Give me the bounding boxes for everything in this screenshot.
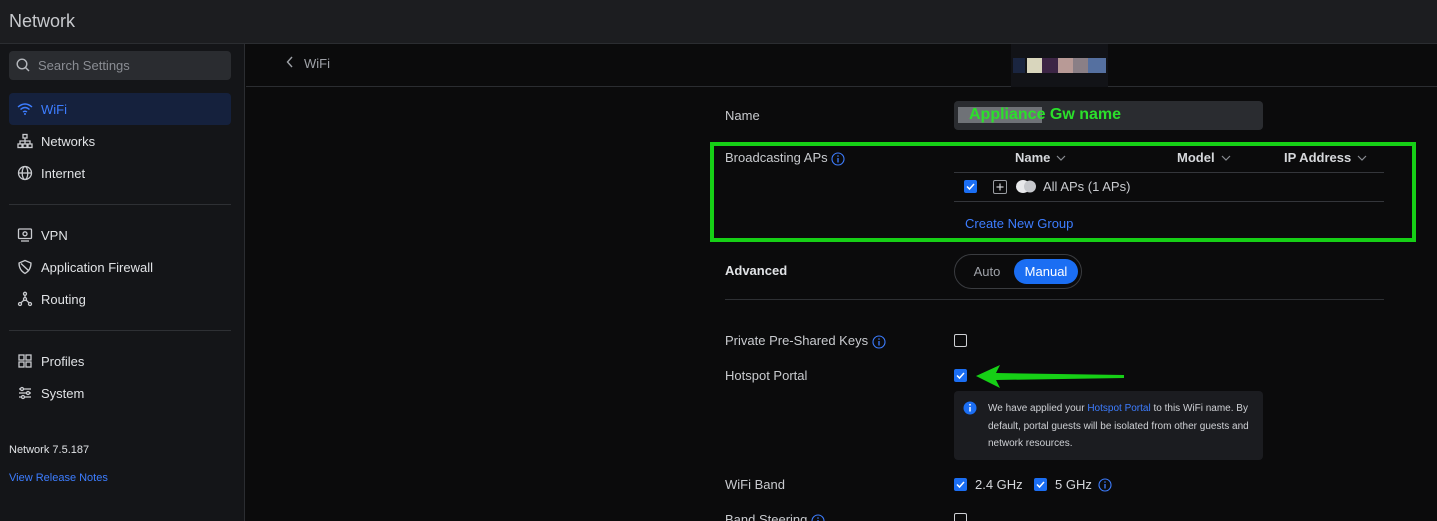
vpn-icon <box>9 219 41 251</box>
wifi-icon <box>9 93 41 125</box>
ppsk-checkbox[interactable] <box>954 334 967 347</box>
system-sliders-icon <box>9 377 41 409</box>
sidebar-divider <box>9 204 231 205</box>
sidebar-item-internet[interactable]: Internet <box>9 157 231 189</box>
network-tree-icon <box>9 125 41 157</box>
chevron-down-icon <box>1221 155 1230 161</box>
annotation-arrow-icon <box>976 365 1124 388</box>
advanced-label: Advanced <box>725 263 788 278</box>
create-new-group-link[interactable]: Create New Group <box>965 216 1073 231</box>
sidebar-item-routing[interactable]: Routing <box>9 283 231 315</box>
chevron-down-icon <box>1357 155 1367 161</box>
ppsk-label: Private Pre-Shared Keys <box>725 333 886 349</box>
search-input[interactable] <box>38 51 226 80</box>
hotspot-info-text: We have applied your Hotspot Portal to t… <box>988 400 1258 453</box>
section-divider <box>725 299 1384 300</box>
sidebar-item-label: WiFi <box>41 101 67 117</box>
table-divider <box>954 201 1384 202</box>
sidebar-item-label: Profiles <box>41 353 85 369</box>
back-label: WiFi <box>304 56 330 71</box>
globe-icon <box>9 157 41 189</box>
sidebar-item-label: Routing <box>41 291 86 307</box>
column-ip-label: IP Address <box>1284 150 1352 165</box>
sidebar: WiFi Networks Internet VPN Application F… <box>0 44 245 521</box>
column-name-label: Name <box>1015 150 1051 165</box>
redacted-image <box>1011 44 1108 87</box>
sidebar-item-vpn[interactable]: VPN <box>9 219 231 251</box>
band-24-label: 2.4 GHz <box>975 477 1023 492</box>
sidebar-item-label: Internet <box>41 165 86 181</box>
wifi-band-label: WiFi Band <box>725 477 785 492</box>
access-point-icon <box>1016 180 1036 193</box>
chevron-left-icon <box>286 56 294 71</box>
broadcasting-aps-text: Broadcasting APs <box>725 150 828 165</box>
sidebar-item-label: System <box>41 385 85 401</box>
info-icon[interactable] <box>1098 478 1112 492</box>
column-header-name[interactable]: Name <box>1015 150 1066 165</box>
info-icon[interactable] <box>831 152 845 166</box>
shield-icon <box>9 251 41 283</box>
sidebar-item-label: Networks <box>41 133 96 149</box>
search-box[interactable] <box>9 51 231 80</box>
sidebar-item-label: Application Firewall <box>41 259 153 275</box>
band-steering-checkbox[interactable] <box>954 513 967 521</box>
chevron-down-icon <box>1056 155 1066 161</box>
broadcasting-aps-label: Broadcasting APs <box>725 150 845 166</box>
band-24-checkbox[interactable] <box>954 478 967 491</box>
sidebar-item-networks[interactable]: Networks <box>9 125 231 157</box>
table-divider <box>954 172 1384 173</box>
band-5-checkbox[interactable] <box>1034 478 1047 491</box>
sidebar-item-application-firewall[interactable]: Application Firewall <box>9 251 231 283</box>
band-5-label: 5 GHz <box>1055 477 1092 492</box>
advanced-mode-toggle[interactable]: Auto Manual <box>954 254 1082 289</box>
advanced-auto-option[interactable]: Auto <box>959 259 1015 284</box>
version-label: Network 7.5.187 <box>9 444 90 456</box>
hotspot-portal-link[interactable]: Hotspot Portal <box>1087 403 1150 414</box>
sidebar-divider <box>9 330 231 331</box>
info-circle-icon <box>963 401 977 415</box>
name-annotation: Appliance Gw name <box>969 106 1122 123</box>
ppsk-text: Private Pre-Shared Keys <box>725 333 869 348</box>
expand-group-button[interactable] <box>993 180 1007 194</box>
hotspot-portal-checkbox[interactable] <box>954 369 967 382</box>
profiles-icon <box>9 345 41 377</box>
content-header: WiFi <box>246 44 1437 87</box>
search-icon <box>16 58 30 72</box>
info-icon[interactable] <box>872 335 886 349</box>
info-icon[interactable] <box>811 514 825 521</box>
ap-group-checkbox[interactable] <box>964 180 977 193</box>
info-prefix: We have applied your <box>988 403 1085 414</box>
routing-icon <box>9 283 41 315</box>
ap-group-name: All APs (1 APs) <box>1043 179 1131 194</box>
column-header-ip[interactable]: IP Address <box>1284 150 1367 165</box>
top-bar: Network <box>0 0 1437 44</box>
advanced-manual-option[interactable]: Manual <box>1014 259 1078 284</box>
back-button[interactable]: WiFi <box>286 56 330 71</box>
sidebar-item-wifi[interactable]: WiFi <box>9 93 231 125</box>
sidebar-item-system[interactable]: System <box>9 377 231 409</box>
sidebar-item-label: VPN <box>41 227 68 243</box>
name-label: Name <box>725 108 760 123</box>
band-steering-label: Band Steering <box>725 512 825 521</box>
app-title: Network <box>9 11 76 31</box>
release-notes-link[interactable]: View Release Notes <box>9 472 108 484</box>
hotspot-portal-label: Hotspot Portal <box>725 368 808 383</box>
hotspot-info-box: We have applied your Hotspot Portal to t… <box>954 391 1263 460</box>
sidebar-item-profiles[interactable]: Profiles <box>9 345 231 377</box>
band-steering-text: Band Steering <box>725 512 808 521</box>
column-header-model[interactable]: Model <box>1177 150 1231 165</box>
column-model-label: Model <box>1177 150 1215 165</box>
